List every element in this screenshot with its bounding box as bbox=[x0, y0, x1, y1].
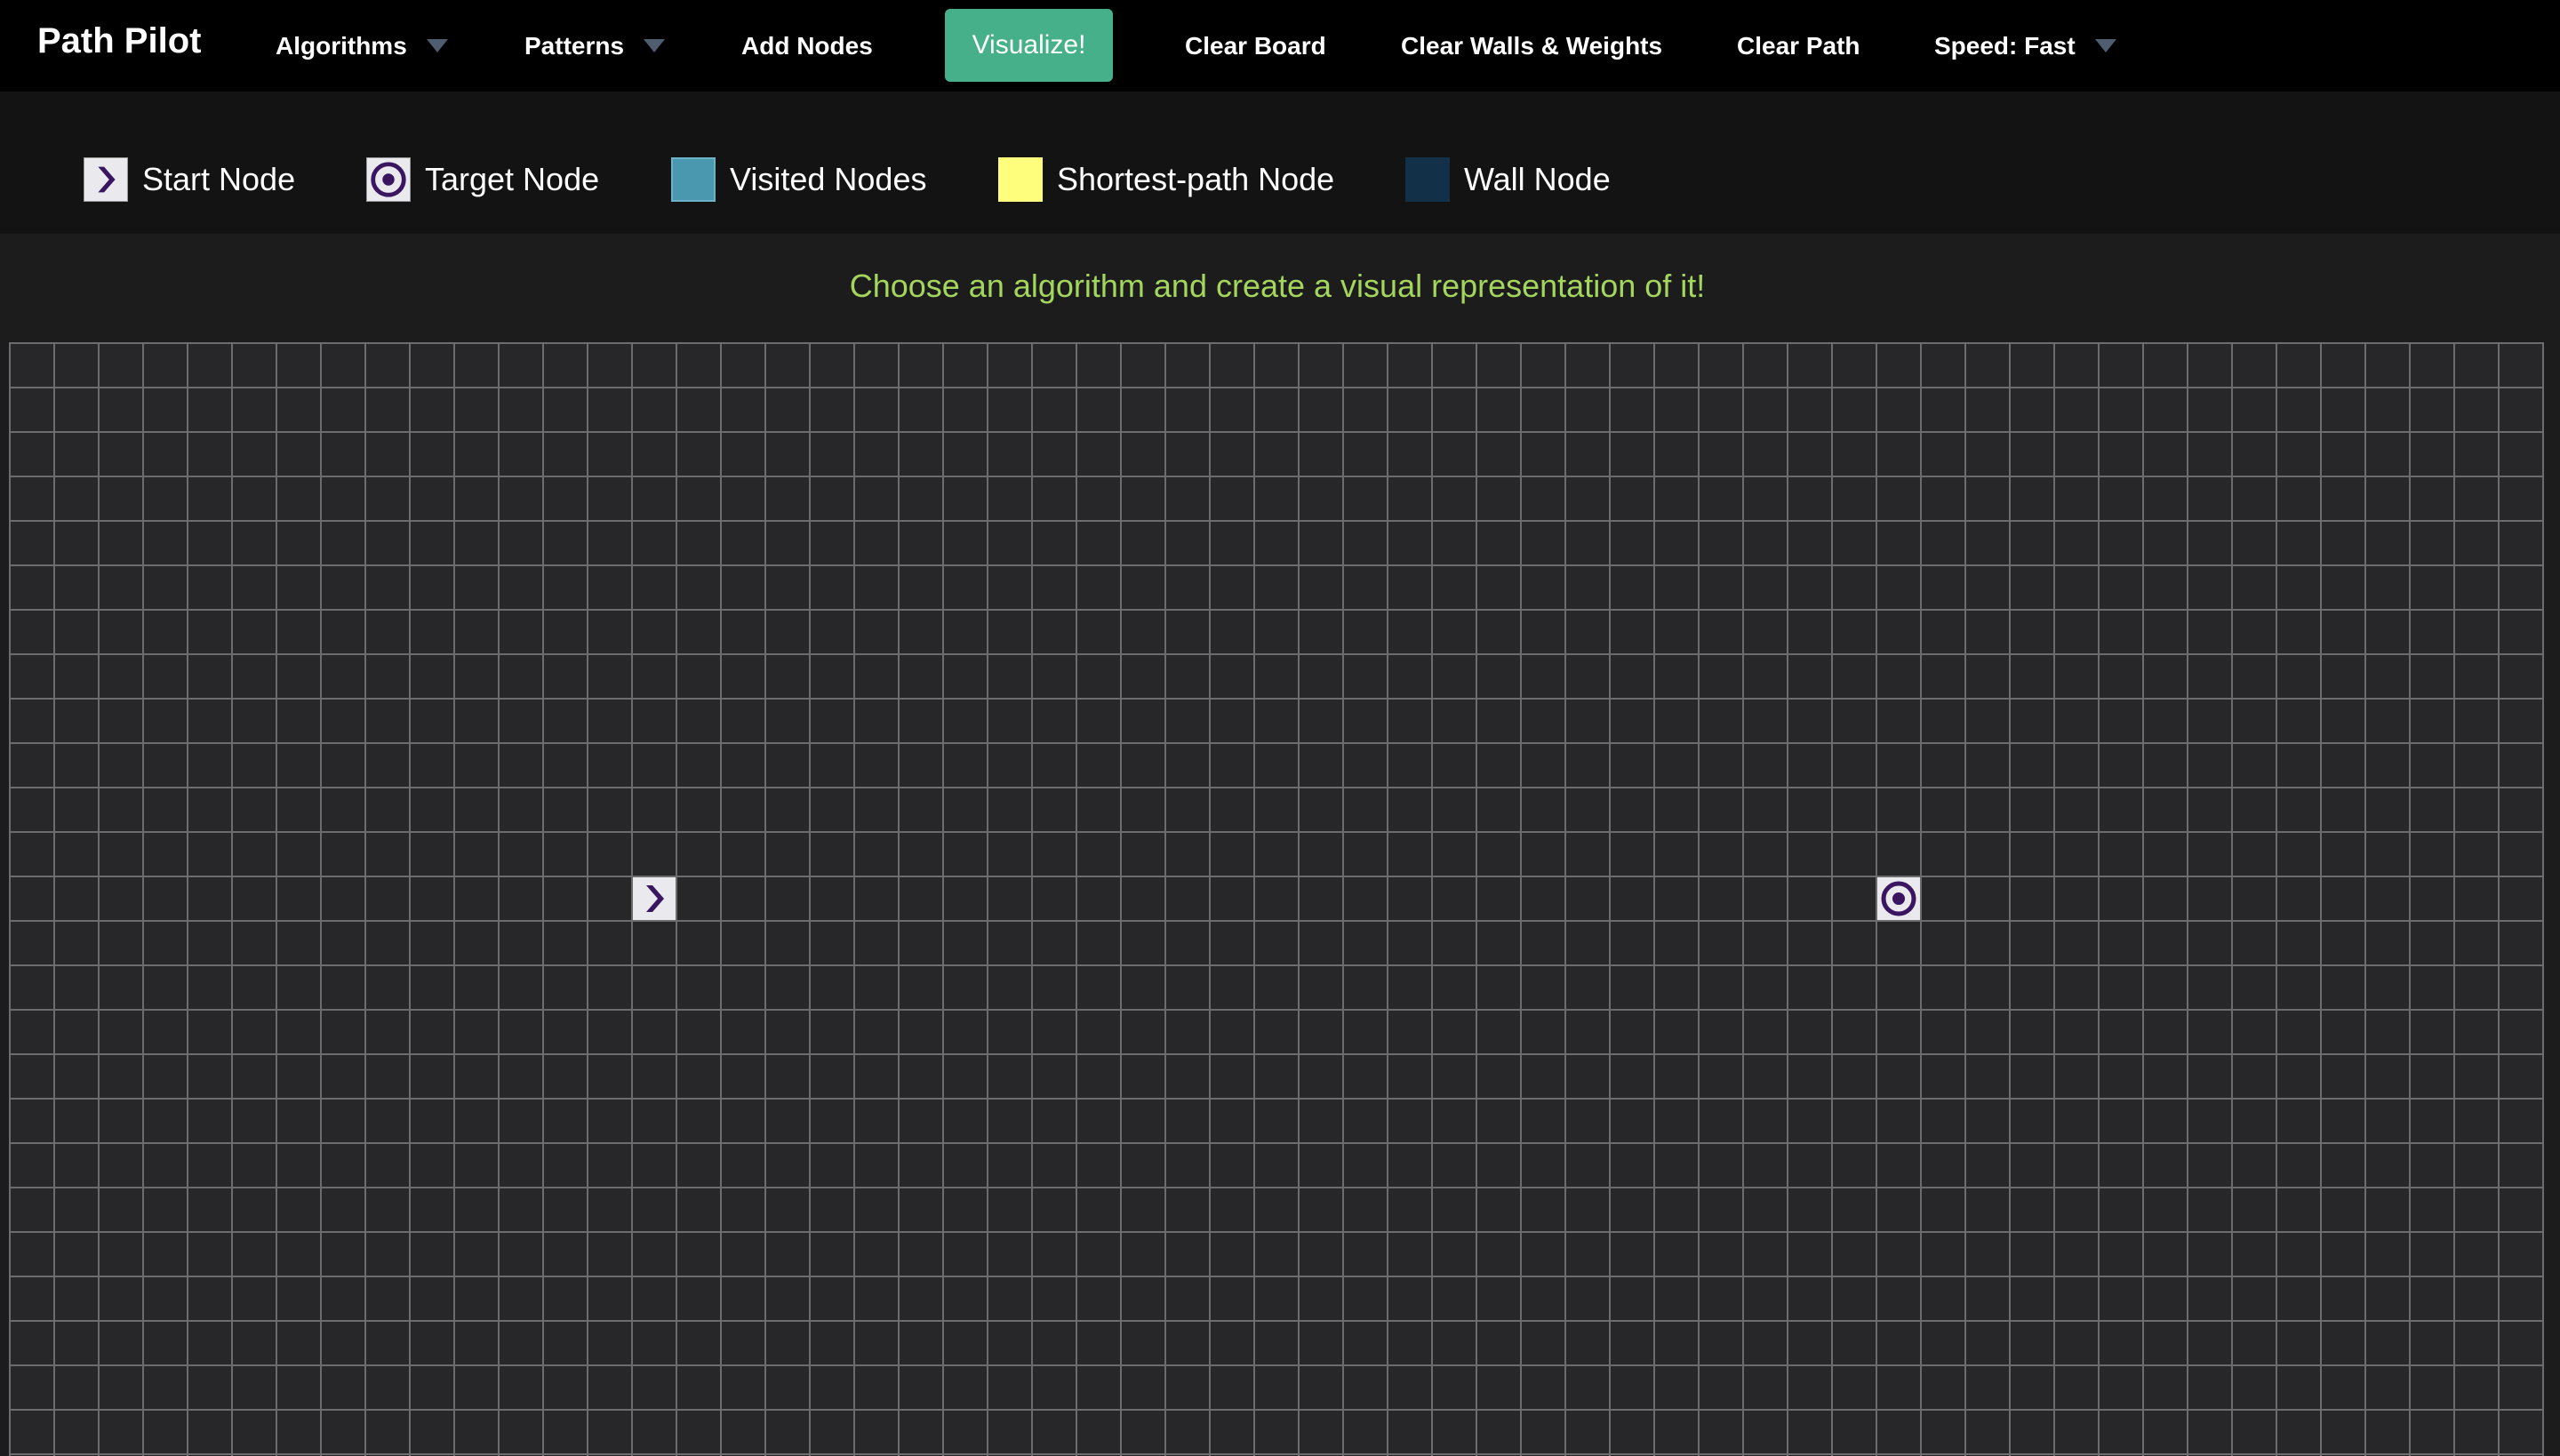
visited-swatch bbox=[671, 157, 716, 202]
clear-board-button[interactable]: Clear Board bbox=[1185, 0, 1326, 92]
target-icon bbox=[366, 157, 411, 202]
wall-swatch bbox=[1405, 157, 1450, 202]
chevron-right-icon bbox=[84, 157, 128, 202]
navbar: Path Pilot Algorithms Patterns Add Nodes… bbox=[0, 0, 2560, 92]
brand-title[interactable]: Path Pilot bbox=[37, 0, 201, 82]
target-node[interactable] bbox=[1877, 877, 1920, 920]
caret-down-icon bbox=[2094, 39, 2116, 53]
legend-label-target: Target Node bbox=[425, 161, 600, 197]
legend-label-visited: Visited Nodes bbox=[730, 161, 927, 197]
chevron-right-icon bbox=[646, 885, 664, 912]
algorithms-label: Algorithms bbox=[276, 32, 407, 60]
patterns-label: Patterns bbox=[524, 32, 625, 60]
start-node[interactable] bbox=[633, 877, 676, 920]
legend-label-wall: Wall Node bbox=[1464, 161, 1611, 197]
app-root: Path Pilot Algorithms Patterns Add Nodes… bbox=[0, 0, 2560, 1456]
instructions-text: Choose an algorithm and create a visual … bbox=[849, 268, 1706, 304]
speed-label: Speed: Fast bbox=[1934, 32, 2076, 60]
legend: Start Node Target Node Visited Nodes Sho… bbox=[0, 92, 2560, 234]
clear-path-button[interactable]: Clear Path bbox=[1737, 0, 1860, 92]
clear-walls-weights-button[interactable]: Clear Walls & Weights bbox=[1401, 0, 1662, 92]
caret-down-icon bbox=[426, 39, 448, 53]
board-area: Choose an algorithm and create a visual … bbox=[0, 234, 2560, 1456]
target-icon bbox=[1881, 881, 1916, 916]
grid-board[interactable] bbox=[9, 342, 2544, 1456]
speed-dropdown[interactable]: Speed: Fast bbox=[1934, 0, 2116, 92]
shortest-path-swatch bbox=[998, 157, 1043, 202]
legend-label-shortest-path: Shortest-path Node bbox=[1057, 161, 1335, 197]
legend-label-start: Start Node bbox=[142, 161, 296, 197]
caret-down-icon bbox=[644, 39, 666, 53]
add-nodes-button[interactable]: Add Nodes bbox=[741, 0, 873, 92]
visualize-button[interactable]: Visualize! bbox=[945, 9, 1113, 82]
algorithms-dropdown[interactable]: Algorithms bbox=[276, 0, 448, 92]
patterns-dropdown[interactable]: Patterns bbox=[524, 0, 666, 92]
